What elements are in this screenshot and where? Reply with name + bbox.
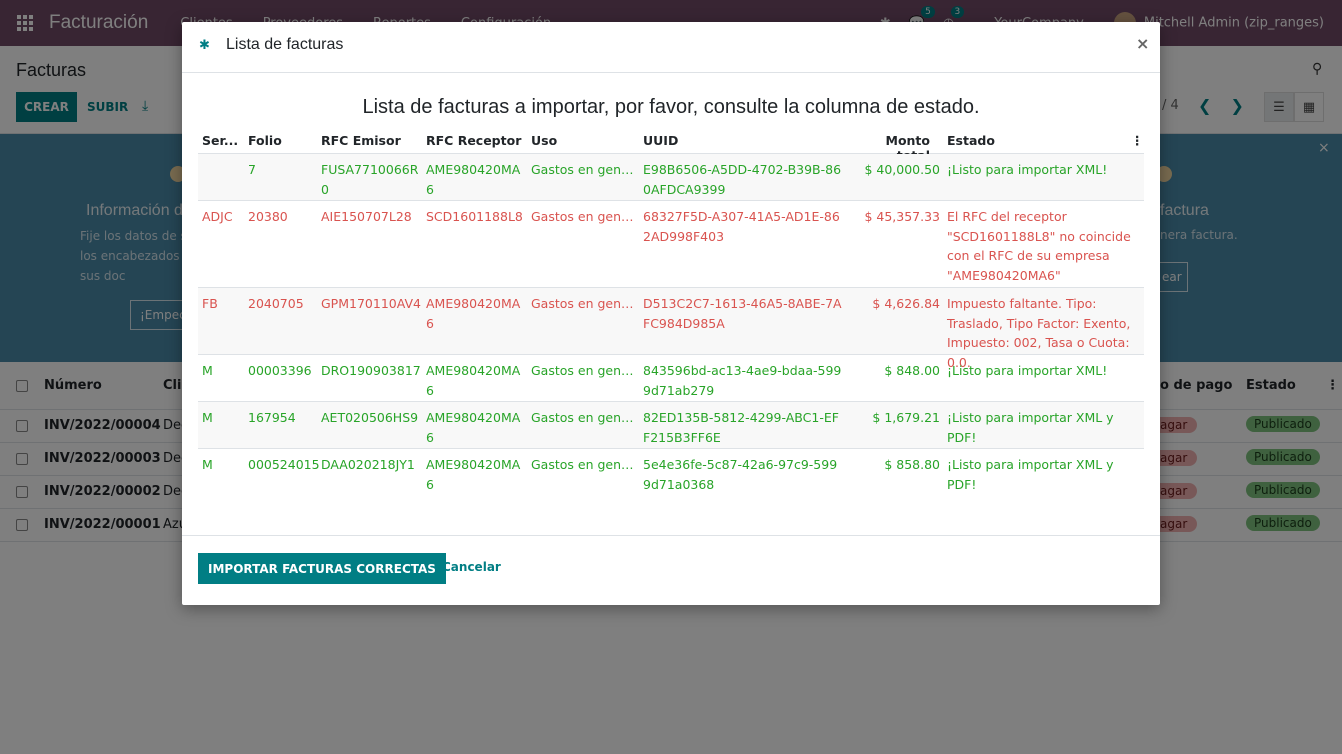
cell-uuid: 843596bd-ac13-4ae9-bdaa-5999d71ab279 (643, 363, 842, 398)
cell-uuid: 68327F5D-A307-41A5-AD1E-862AD998F403 (643, 209, 840, 244)
column-header-uso[interactable]: Uso (531, 133, 637, 148)
dialog-title: Lista de facturas (226, 36, 344, 53)
column-header-rfc-emisor[interactable]: RFC Emisor (321, 133, 421, 148)
cell-rfc-receptor: AME980420MA6 (426, 296, 521, 331)
cell-rfc-receptor: AME980420MA6 (426, 363, 521, 398)
table-row[interactable]: ADJC 20380 AIE150707L28 SCD1601188L8 Gas… (198, 201, 1144, 288)
cell-monto: $ 858.80 (884, 457, 940, 472)
cell-monto: $ 848.00 (884, 363, 940, 378)
column-header-uuid[interactable]: UUID (643, 133, 843, 148)
cell-estado: ¡Listo para importar XML y PDF! (947, 457, 1114, 492)
cell-rfc-receptor: AME980420MA6 (426, 457, 521, 492)
cell-serie: M (202, 457, 213, 472)
cell-serie: ADJC (202, 209, 233, 224)
cell-rfc-emisor: AIE150707L28 (321, 209, 412, 224)
cell-uso: Gastos en general (531, 162, 637, 177)
table-row[interactable]: FB 2040705 GPM170110AV4 AME980420MA6 Gas… (198, 288, 1144, 370)
cell-folio: 167954 (248, 410, 296, 425)
table-row[interactable]: M 00003396 DRO190903817 AME980420MA6 Gas… (198, 355, 1144, 402)
column-header-serie[interactable]: Ser... (202, 133, 244, 148)
cell-monto: $ 4,626.84 (872, 296, 940, 311)
invoice-import-dialog: ✱ Lista de facturas × Lista de facturas … (182, 22, 1160, 605)
dialog-header: ✱ Lista de facturas × (182, 22, 1160, 73)
cell-folio: 20380 (248, 209, 288, 224)
cell-uuid: 82ED135B-5812-4299-ABC1-EFF215B3FF6E (643, 410, 839, 445)
cell-estado: ¡Listo para importar XML y PDF! (947, 410, 1114, 445)
cell-monto: $ 45,357.33 (864, 209, 940, 224)
cell-uuid: 5e4e36fe-5c87-42a6-97c9-5999d71a0368 (643, 457, 838, 492)
cell-uso: Gastos en general (531, 457, 637, 472)
cell-rfc-emisor: GPM170110AV4 (321, 296, 421, 311)
cell-serie: M (202, 363, 213, 378)
cell-monto: $ 1,679.21 (872, 410, 940, 425)
cell-estado: El RFC del receptor "SCD1601188L8" no co… (947, 209, 1131, 283)
table-row[interactable]: M 000524015 DAA020218JY1 AME980420MA6 Ga… (198, 449, 1144, 496)
cell-serie: M (202, 410, 213, 425)
column-header-estado[interactable]: Estado (947, 133, 1143, 148)
cell-rfc-emisor: DRO190903817 (321, 363, 421, 378)
dialog-heading: Lista de facturas a importar, por favor,… (362, 96, 980, 118)
cell-folio: 2040705 (248, 296, 304, 311)
cancel-button[interactable]: Cancelar (442, 560, 501, 574)
cell-uso: Gastos en general (531, 410, 637, 425)
cell-rfc-receptor: AME980420MA6 (426, 410, 521, 445)
cell-estado: ¡Listo para importar XML! (947, 363, 1108, 378)
optional-columns-icon[interactable]: ⋮ (1131, 133, 1144, 148)
cell-rfc-emisor: DAA020218JY1 (321, 457, 415, 472)
dialog-footer: IMPORTAR FACTURAS CORRECTAS Cancelar (182, 535, 1160, 605)
import-correct-invoices-button[interactable]: IMPORTAR FACTURAS CORRECTAS (198, 553, 446, 584)
cell-uuid: E98B6506-A5DD-4702-B39B-860AFDCA9399 (643, 162, 842, 197)
column-header-folio[interactable]: Folio (248, 133, 318, 148)
cell-monto: $ 40,000.50 (864, 162, 940, 177)
table-header: Ser... Folio RFC Emisor RFC Receptor Uso… (198, 127, 1144, 163)
table-row[interactable]: M 167954 AET020506HS9 AME980420MA6 Gasto… (198, 402, 1144, 449)
cell-uso: Gastos en general (531, 296, 637, 311)
cell-serie: FB (202, 296, 218, 311)
column-header-rfc-receptor[interactable]: RFC Receptor (426, 133, 526, 148)
cell-rfc-emisor: FUSA7710066R0 (321, 162, 419, 197)
cell-uso: Gastos en general (531, 363, 637, 378)
cell-rfc-receptor: SCD1601188L8 (426, 209, 523, 224)
cell-folio: 00003396 (248, 363, 312, 378)
bug-icon: ✱ (199, 38, 210, 53)
invoice-status-table: Ser... Folio RFC Emisor RFC Receptor Uso… (198, 127, 1144, 496)
cell-folio: 000524015 (248, 457, 320, 472)
cell-uso: Gastos en general (531, 209, 637, 224)
table-row[interactable]: 7 FUSA7710066R0 AME980420MA6 Gastos en g… (198, 154, 1144, 201)
cell-rfc-emisor: AET020506HS9 (321, 410, 419, 425)
close-icon[interactable]: × (1136, 34, 1149, 53)
cell-rfc-receptor: AME980420MA6 (426, 162, 521, 197)
cell-estado: ¡Listo para importar XML! (947, 162, 1108, 177)
cell-folio: 7 (248, 162, 256, 177)
cell-uuid: D513C2C7-1613-46A5-8ABE-7AFC984D985A (643, 296, 842, 331)
